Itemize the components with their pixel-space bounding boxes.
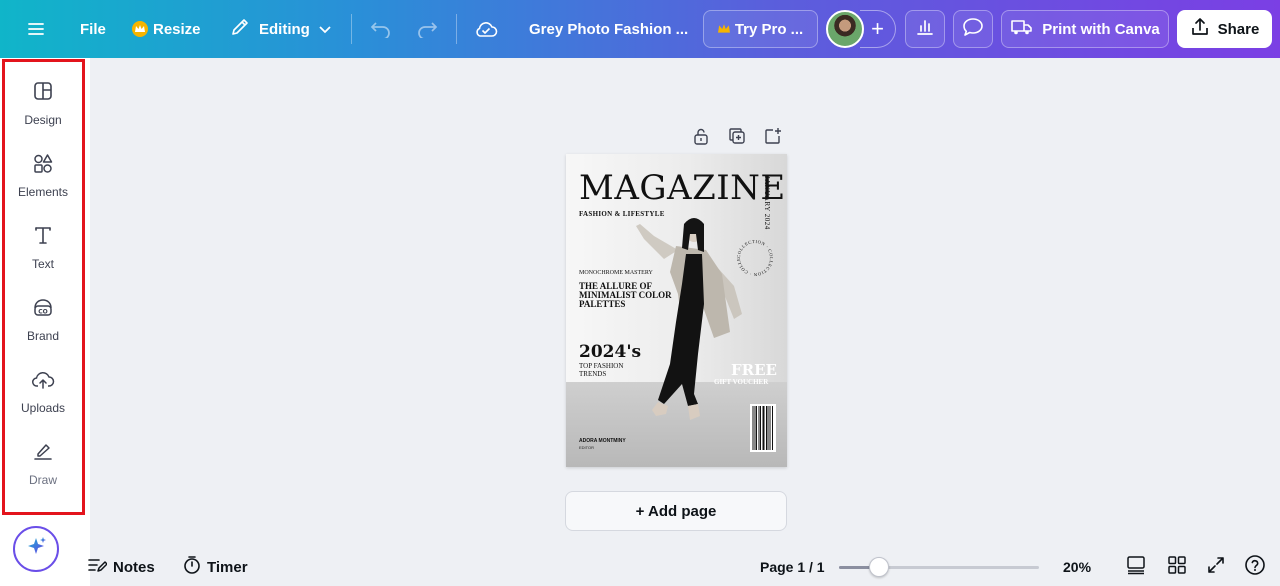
stopwatch-icon [183,555,201,579]
insights-button[interactable] [905,10,945,48]
svg-text:CO: CO [38,309,48,316]
sidebar-item-brand[interactable]: CO Brand [3,288,83,348]
brand-icon: CO [32,296,54,323]
cloud-upload-icon [31,368,55,395]
sidebar-item-label: Design [24,113,62,127]
sidebar-item-text[interactable]: Text [3,216,83,276]
top-toolbar: File Resize Editing Grey Photo Fashion .… [0,0,1280,58]
print-label: Print with Canva [1042,20,1160,38]
grid-view-button[interactable] [1167,556,1187,578]
page-view-button[interactable] [1126,556,1146,578]
plus-icon: + [871,16,884,41]
add-collaborator-button[interactable]: + [860,10,896,48]
shapes-icon [32,152,54,179]
sidebar-item-design[interactable]: Design [3,72,83,132]
truck-icon [1010,18,1034,40]
upload-share-icon [1190,17,1210,41]
magazine-cover-page[interactable]: MAGAZINE FASHION & LIFESTYLE JANUARY 202… [566,154,787,467]
chevron-down-icon [319,21,331,38]
sidebar-item-label: Brand [26,329,60,343]
notes-button[interactable]: Notes [87,556,155,578]
document-title-text: Grey Photo Fashion ... [529,20,689,38]
sidebar-item-elements[interactable]: Elements [3,144,83,204]
page-view-icon [1126,555,1146,579]
cloud-saved-icon[interactable] [474,0,498,58]
cover-section-label: MONOCHROME MASTERY [579,270,653,276]
notes-label: Notes [113,558,155,576]
fullscreen-button[interactable] [1206,556,1226,578]
sidebar-item-draw[interactable]: Draw [3,432,83,492]
text-icon [32,224,54,251]
share-button[interactable]: Share [1177,10,1272,48]
editing-label: Editing [259,20,310,38]
cover-subtitle: FASHION & LIFESTYLE [579,210,665,218]
resize-button[interactable]: Resize [132,0,201,58]
notes-icon [87,556,108,578]
layout-icon [32,80,54,107]
editing-mode-dropdown[interactable]: Editing [230,0,331,58]
help-icon [1244,554,1266,580]
print-with-canva-button[interactable]: Print with Canva [1001,10,1169,48]
menu-icon[interactable] [26,0,46,58]
sidebar-item-label: Elements [17,185,69,199]
zoom-label: 20% [1063,559,1092,575]
add-page-icon[interactable] [760,124,786,148]
toolbar-divider [456,14,457,44]
pen-icon [32,440,54,467]
pencil-icon [230,17,250,41]
comment-icon [962,17,984,41]
cover-free-label: FREE [731,361,777,379]
redo-icon[interactable] [416,0,438,58]
toolbar-divider [351,14,352,44]
crown-icon [132,21,148,37]
expand-icon [1206,555,1226,579]
resize-label: Resize [153,20,201,38]
svg-text:COLLECTION · COLLECTION · COLL: COLLECTION · COLLECTION · COLLECTION · [733,236,774,277]
crown-icon [717,21,730,38]
timer-button[interactable]: Timer [183,556,248,578]
undo-icon[interactable] [370,0,392,58]
comments-button[interactable] [953,10,993,48]
sidebar-item-label: Draw [28,473,57,487]
page-indicator-text: Page 1 / 1 [760,559,825,575]
editor-name: ADORA MONTMINY [579,438,626,444]
zoom-percentage[interactable]: 20% [1063,556,1091,578]
duplicate-page-icon[interactable] [724,124,750,148]
ring-text: COLLECTION · COLLECTION · COLLECTION · [733,236,774,277]
magic-assistant-button[interactable] [13,526,59,572]
cover-trends: TOP FASHION TRENDS [579,362,624,378]
avatar[interactable] [826,10,864,48]
editor-role: EDITOR [579,445,595,450]
cover-date: JANUARY 2024 [763,176,771,230]
cover-title: MAGAZINE [579,168,786,208]
file-menu[interactable]: File [80,0,106,58]
cover-gift-label: GIFT VOUCHER [714,378,769,386]
try-pro-button[interactable]: Try Pro ... [703,10,818,48]
zoom-slider-thumb[interactable] [869,557,889,577]
page-tools [688,124,786,148]
collection-ring-badge: COLLECTION · COLLECTION · COLLECTION · [733,236,774,277]
sidebar-item-label: Uploads [20,401,66,415]
add-page-label: + Add page [635,502,717,520]
timer-label: Timer [207,558,248,576]
share-label: Share [1217,20,1260,38]
add-page-button[interactable]: + Add page [565,491,787,531]
file-menu-label: File [80,20,106,38]
cover-headline: THE ALLURE OF MINIMALIST COLOR PALETTES [579,281,672,309]
document-title[interactable]: Grey Photo Fashion ... [529,0,688,58]
bottom-bar: Notes Timer Page 1 / 1 20% [87,548,1280,586]
barcode [750,404,776,452]
lock-icon[interactable] [688,124,714,148]
grid-icon [1167,555,1187,579]
sidebar-item-uploads[interactable]: Uploads [3,360,83,420]
cover-year: 2024's [579,342,642,362]
sparkle-icon [24,535,48,564]
bar-chart-icon [915,17,935,41]
sidebar-item-label: Text [31,257,54,271]
try-pro-label: Try Pro ... [734,20,804,38]
help-button[interactable] [1244,554,1266,580]
page-indicator[interactable]: Page 1 / 1 [760,556,825,578]
